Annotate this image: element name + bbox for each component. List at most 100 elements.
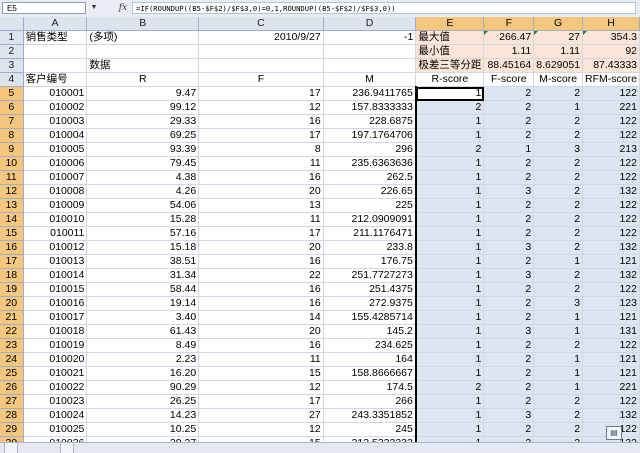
cell-r[interactable]: 90.29 (86, 380, 200, 395)
cell-h4[interactable]: RFM-score (582, 72, 640, 87)
cell-g1[interactable]: 27 (533, 30, 584, 45)
cell-f-score[interactable]: 3 (483, 268, 535, 283)
cell-m-score[interactable]: 1 (533, 366, 584, 381)
cell-f[interactable]: 16 (198, 338, 324, 353)
cell-f[interactable]: 27 (198, 408, 324, 423)
cell-f[interactable]: 16 (198, 170, 324, 185)
cell-r[interactable]: 79.45 (86, 156, 200, 171)
row-header[interactable]: 20 (0, 296, 24, 311)
cell-r-score[interactable]: 1 (414, 114, 485, 129)
cell-f-score[interactable]: 2 (483, 128, 535, 143)
cell-rfm-score[interactable]: 132 (582, 268, 640, 283)
cell-b1[interactable]: (多项) (86, 30, 200, 45)
cell-a3[interactable] (23, 58, 88, 73)
cell-r-score[interactable]: 2 (414, 100, 485, 115)
cell-m[interactable]: 228.6875 (323, 114, 417, 129)
cell-customer-id[interactable]: 010019 (23, 338, 88, 353)
column-header-d[interactable]: D (323, 17, 417, 31)
cell-f[interactable]: 13 (198, 198, 324, 213)
cell-e4[interactable]: R-score (415, 72, 485, 87)
cell-m-score[interactable]: 1 (533, 352, 584, 367)
cell-f[interactable]: 11 (198, 156, 324, 171)
cell-f-score[interactable]: 3 (483, 324, 535, 339)
cell-m[interactable]: 296 (323, 142, 417, 157)
cell-m-score[interactable]: 2 (533, 86, 584, 101)
cell-f-score[interactable]: 2 (483, 100, 535, 115)
cell-customer-id[interactable]: 010009 (23, 198, 88, 213)
cell-f-score[interactable]: 3 (483, 408, 535, 423)
cell-m-score[interactable]: 1 (533, 310, 584, 325)
cell-r[interactable]: 16.20 (86, 366, 200, 381)
cell-m-score[interactable]: 1 (533, 324, 584, 339)
cell-f[interactable]: 22 (198, 268, 324, 283)
cell-f-score[interactable]: 2 (483, 156, 535, 171)
cell-rfm-score[interactable]: 123 (582, 296, 640, 311)
row-header[interactable]: 6 (0, 100, 24, 115)
row-header[interactable]: 8 (0, 128, 24, 143)
cell-r[interactable]: 57.16 (86, 226, 200, 241)
cell-f[interactable]: 20 (198, 240, 324, 255)
cell-m-score[interactable]: 2 (533, 268, 584, 283)
cell-e3[interactable]: 极差三等分距 (415, 58, 485, 73)
cell-rfm-score[interactable]: 122 (582, 198, 640, 213)
row-header-3[interactable]: 3 (0, 58, 24, 73)
cell-customer-id[interactable]: 010015 (23, 282, 88, 297)
column-header-g[interactable]: G (533, 17, 584, 31)
cell-r[interactable]: 15.28 (86, 212, 200, 227)
cell-f3[interactable]: 88.45164 (483, 58, 535, 73)
cell-f-score[interactable]: 2 (483, 352, 535, 367)
cell-m-score[interactable]: 2 (533, 128, 584, 143)
cell-r-score[interactable]: 2 (414, 380, 485, 395)
cell-m[interactable]: 235.6363636 (323, 156, 417, 171)
cell-m[interactable]: 197.1764706 (323, 128, 417, 143)
cell-customer-id[interactable]: 010013 (23, 254, 88, 269)
cell-rfm-score[interactable]: 122 (582, 156, 640, 171)
cell-customer-id[interactable]: 010012 (23, 240, 88, 255)
cell-f[interactable]: 14 (198, 310, 324, 325)
cell-f-score[interactable]: 2 (483, 380, 535, 395)
cell-r[interactable]: 31.34 (86, 268, 200, 283)
row-header[interactable]: 27 (0, 394, 24, 409)
cell-r-score[interactable]: 2 (414, 142, 485, 157)
cell-rfm-score[interactable]: 122 (582, 226, 640, 241)
cell-rfm-score[interactable]: 122 (582, 170, 640, 185)
cell-customer-id[interactable]: 010003 (23, 114, 88, 129)
cell-r-score[interactable]: 1 (414, 226, 485, 241)
cell-g3[interactable]: 8.629051 (533, 58, 584, 73)
cell-rfm-score[interactable]: 121 (582, 254, 640, 269)
cell-g4[interactable]: M-score (533, 72, 584, 87)
cell-f[interactable]: 20 (198, 184, 324, 199)
row-header-1[interactable]: 1 (0, 30, 24, 45)
cell-a2[interactable] (23, 44, 88, 59)
cell-r[interactable]: 3.40 (86, 310, 200, 325)
cell-r[interactable]: 4.38 (86, 170, 200, 185)
cell-f[interactable]: 12 (198, 100, 324, 115)
cell-m-score[interactable]: 1 (533, 254, 584, 269)
dropdown-arrow-icon[interactable]: ▼ (89, 3, 99, 13)
cell-m[interactable]: 251.7727273 (323, 268, 417, 283)
cell-r[interactable]: 69.25 (86, 128, 200, 143)
cell-r[interactable]: 4.26 (86, 184, 200, 199)
cell-m-score[interactable]: 3 (533, 142, 584, 157)
cell-a4[interactable]: 客户编号 (23, 72, 88, 87)
cell-r-score[interactable]: 1 (414, 282, 485, 297)
cell-m-score[interactable]: 2 (533, 170, 584, 185)
cell-customer-id[interactable]: 010001 (23, 86, 88, 101)
cell-m-score[interactable]: 1 (533, 100, 584, 115)
cell-r[interactable]: 54.06 (86, 198, 200, 213)
row-header[interactable]: 13 (0, 198, 24, 213)
row-header[interactable]: 29 (0, 422, 24, 437)
cell-m-score[interactable]: 2 (533, 422, 584, 437)
cell-h2[interactable]: 92 (582, 44, 640, 59)
cell-m[interactable]: 272.9375 (323, 296, 417, 311)
cell-customer-id[interactable]: 010011 (23, 226, 88, 241)
cell-customer-id[interactable]: 010020 (23, 352, 88, 367)
cell-r-score[interactable]: 1 (414, 240, 485, 255)
cell-customer-id[interactable]: 010016 (23, 296, 88, 311)
row-header-2[interactable]: 2 (0, 44, 24, 59)
cell-m-score[interactable]: 2 (533, 198, 584, 213)
cell-r[interactable]: 2.23 (86, 352, 200, 367)
cell-c4[interactable]: F (198, 72, 324, 87)
cell-customer-id[interactable]: 010025 (23, 422, 88, 437)
cell-customer-id[interactable]: 010008 (23, 184, 88, 199)
